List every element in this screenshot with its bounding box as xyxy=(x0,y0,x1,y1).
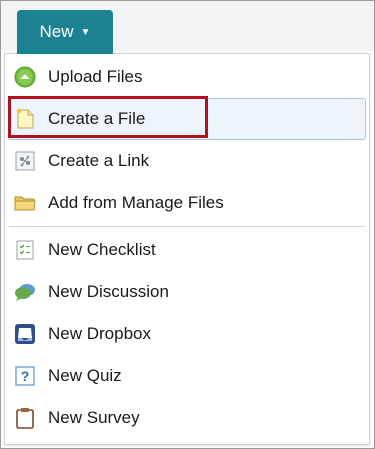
menu-item-create-a-file[interactable]: Create a File xyxy=(8,98,366,140)
menu-item-label: New Dropbox xyxy=(48,324,151,343)
menu-item-label: New Survey xyxy=(48,408,140,427)
menu-item-label: Upload Files xyxy=(48,67,143,86)
menu-item-new-quiz[interactable]: ? New Quiz xyxy=(8,355,366,397)
folder-icon xyxy=(14,192,36,214)
upload-icon xyxy=(14,66,36,88)
menu-item-new-survey[interactable]: New Survey xyxy=(8,397,366,439)
menu-item-label: Create a File xyxy=(48,109,146,128)
survey-icon xyxy=(14,407,36,429)
menu-item-upload-files[interactable]: Upload Files xyxy=(8,56,366,98)
new-button[interactable]: New ▼ xyxy=(17,10,113,54)
quiz-icon: ? xyxy=(14,365,36,387)
svg-text:?: ? xyxy=(21,368,30,384)
menu-item-new-dropbox[interactable]: New Dropbox xyxy=(8,313,366,355)
screenshot-frame: New ▼ Upload Files Create a File Create … xyxy=(0,0,375,449)
menu-item-add-from-manage-files[interactable]: Add from Manage Files xyxy=(8,182,366,224)
menu-divider xyxy=(9,226,365,227)
discussion-icon xyxy=(14,281,36,303)
menu-item-label: New Discussion xyxy=(48,282,169,301)
menu-item-new-checklist[interactable]: New Checklist xyxy=(8,229,366,271)
menu-item-label: New Checklist xyxy=(48,240,156,259)
menu-item-label: Create a Link xyxy=(48,151,150,170)
new-dropdown-menu: Upload Files Create a File Create a Link… xyxy=(4,53,370,445)
link-icon xyxy=(14,150,36,172)
document-icon xyxy=(14,108,36,130)
new-button-label: New xyxy=(39,22,74,41)
checklist-icon xyxy=(14,239,36,261)
menu-item-label: New Quiz xyxy=(48,366,122,385)
menu-item-label: Add from Manage Files xyxy=(48,193,224,212)
dropbox-icon xyxy=(14,323,36,345)
chevron-down-icon: ▼ xyxy=(80,26,91,38)
menu-item-create-a-link[interactable]: Create a Link xyxy=(8,140,366,182)
menu-item-new-discussion[interactable]: New Discussion xyxy=(8,271,366,313)
